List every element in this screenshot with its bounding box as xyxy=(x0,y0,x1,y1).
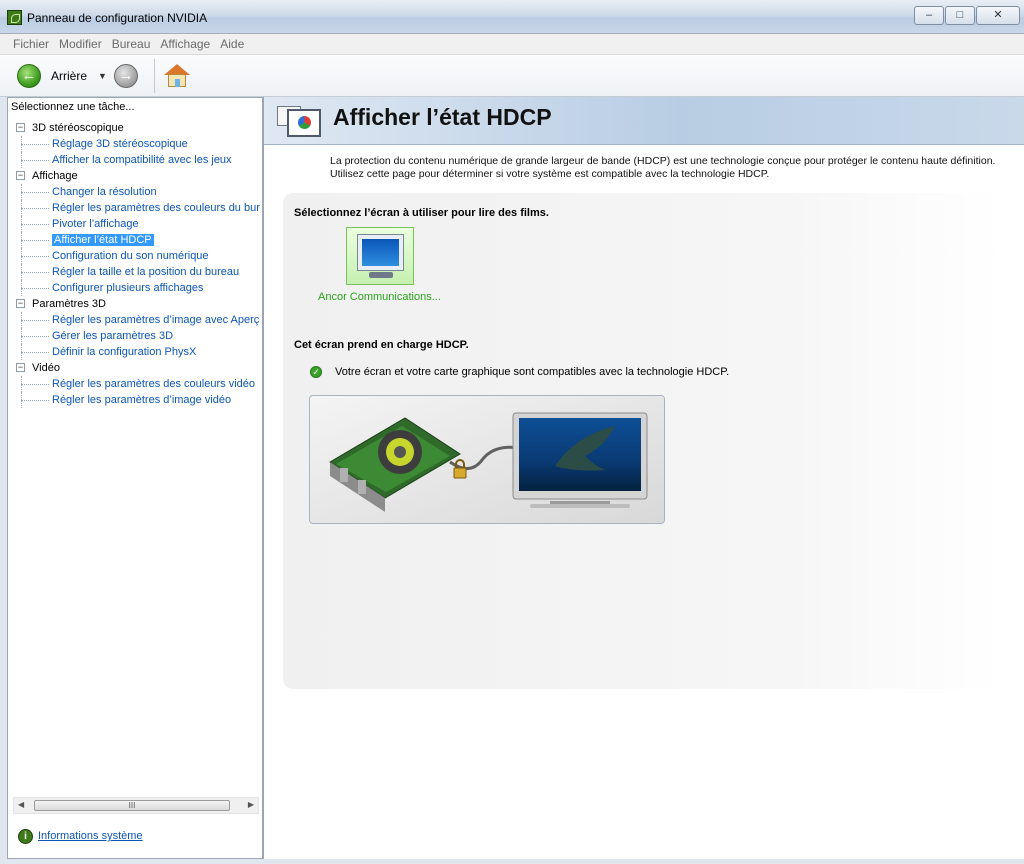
menu-aide[interactable]: Aide xyxy=(215,34,249,54)
tree-item-manage-3d[interactable]: Gérer les paramètres 3D xyxy=(12,328,260,344)
content-pane: Afficher l’état HDCP La protection du co… xyxy=(263,97,1024,859)
task-tree: −3D stéréoscopique Réglage 3D stéréoscop… xyxy=(12,120,260,800)
task-header: Sélectionnez une tâche... xyxy=(11,101,135,113)
info-icon xyxy=(18,829,33,844)
tree-item-stereo-setup[interactable]: Réglage 3D stéréoscopique xyxy=(12,136,260,152)
monitor-icon xyxy=(357,234,404,271)
title-bar: Panneau de configuration NVIDIA – □ ✕ xyxy=(0,0,1024,34)
tree-item-video-colors[interactable]: Régler les paramètres des couleurs vidéo xyxy=(12,376,260,392)
close-button[interactable]: ✕ xyxy=(976,6,1020,25)
television-icon xyxy=(512,412,648,508)
tree-category-3d-stereo[interactable]: −3D stéréoscopique xyxy=(12,120,260,136)
hdcp-panel: Sélectionnez l’écran à utiliser pour lir… xyxy=(283,193,1003,689)
tree-category-video[interactable]: − Vidéo xyxy=(12,360,260,376)
home-button[interactable] xyxy=(164,64,190,88)
collapse-icon[interactable]: − xyxy=(16,299,25,308)
hdcp-support-label: Cet écran prend en charge HDCP. xyxy=(294,339,469,351)
back-label[interactable]: Arrière xyxy=(51,69,87,83)
tree-item-physx[interactable]: Définir la configuration PhysX xyxy=(12,344,260,360)
scrollbar-thumb[interactable]: III xyxy=(34,800,230,811)
page-title: Afficher l’état HDCP xyxy=(333,104,552,130)
intro-line-1: La protection du contenu numérique de gr… xyxy=(330,155,996,167)
tree-item-rotate[interactable]: Pivoter l’affichage xyxy=(12,216,260,232)
nvidia-app-icon xyxy=(7,10,22,25)
tree-item-game-compat[interactable]: Afficher la compatibilité avec les jeux xyxy=(12,152,260,168)
hdcp-illustration xyxy=(309,395,665,524)
tree-item-hdcp-status[interactable]: Afficher l’état HDCP xyxy=(12,232,260,248)
scroll-left-icon[interactable]: ◀ xyxy=(18,800,24,809)
collapse-icon[interactable]: − xyxy=(16,171,25,180)
tree-item-video-image[interactable]: Régler les paramètres d’image vidéo xyxy=(12,392,260,408)
back-dropdown-icon[interactable]: ▼ xyxy=(98,71,107,81)
maximize-button[interactable]: □ xyxy=(945,6,975,25)
page-banner: Afficher l’état HDCP xyxy=(264,97,1024,145)
menu-modifier[interactable]: Modifier xyxy=(54,34,107,54)
collapse-icon[interactable]: − xyxy=(16,363,25,372)
tree-item-digital-audio[interactable]: Configuration du son numérique xyxy=(12,248,260,264)
menu-bar: Fichier Modifier Bureau Affichage Aide xyxy=(0,34,1024,55)
tree-item-desktop-size[interactable]: Régler la taille et la position du burea… xyxy=(12,264,260,280)
display-icon xyxy=(277,103,323,141)
tree-category-3d-settings[interactable]: − Paramètres 3D xyxy=(12,296,260,312)
tree-category-affichage[interactable]: − Affichage xyxy=(12,168,260,184)
system-info-link[interactable]: Informations système xyxy=(38,830,143,842)
intro-line-2: Utilisez cette page pour déterminer si v… xyxy=(330,168,770,180)
tree-item-image-preview[interactable]: Régler les paramètres d’image avec Aperç… xyxy=(12,312,260,328)
page-description: La protection du contenu numérique de gr… xyxy=(330,155,995,181)
forward-button[interactable]: → xyxy=(114,64,138,88)
menu-fichier[interactable]: Fichier xyxy=(8,34,54,54)
toolbar: ← Arrière ▼ → xyxy=(0,55,1024,97)
window-title: Panneau de configuration NVIDIA xyxy=(27,11,208,25)
horizontal-scrollbar[interactable]: ◀ III ▶ xyxy=(13,797,259,814)
arrow-left-icon: ← xyxy=(21,67,37,84)
tree-item-multi-display[interactable]: Configurer plusieurs affichages xyxy=(12,280,260,296)
tree-item-resolution[interactable]: Changer la résolution xyxy=(12,184,260,200)
back-button[interactable]: ← xyxy=(17,64,41,88)
arrow-right-icon: → xyxy=(118,67,134,84)
toolbar-separator xyxy=(154,59,155,93)
monitor-tile[interactable] xyxy=(346,227,414,285)
minimize-button[interactable]: – xyxy=(914,6,944,25)
check-icon: ✓ xyxy=(310,366,322,378)
menu-affichage[interactable]: Affichage xyxy=(155,34,215,54)
compat-message: Votre écran et votre carte graphique son… xyxy=(335,366,730,378)
task-pane: Sélectionnez une tâche... −3D stéréoscop… xyxy=(7,97,263,859)
monitor-name[interactable]: Ancor Communications... xyxy=(318,291,441,303)
collapse-icon[interactable]: − xyxy=(16,123,25,132)
scroll-right-icon[interactable]: ▶ xyxy=(248,800,254,809)
select-display-label: Sélectionnez l’écran à utiliser pour lir… xyxy=(294,207,549,219)
menu-bureau[interactable]: Bureau xyxy=(107,34,156,54)
tree-item-desktop-colors[interactable]: Régler les paramètres des couleurs du bu… xyxy=(12,200,260,216)
